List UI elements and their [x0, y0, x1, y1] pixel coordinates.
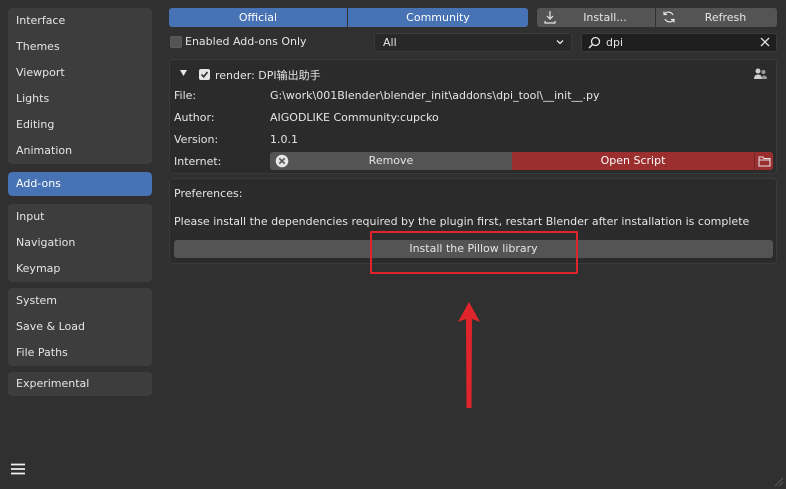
- annotation-arrow-icon: [458, 302, 480, 408]
- sidebar-item-addons[interactable]: Add-ons: [8, 172, 152, 196]
- category-dropdown[interactable]: All: [374, 33, 572, 52]
- annotation-highlight-box: [370, 231, 578, 274]
- support-level-toggle: Official Community: [169, 8, 528, 27]
- sidebar-item-input[interactable]: Input: [8, 204, 152, 230]
- category-value: All: [383, 36, 397, 49]
- official-button[interactable]: Official: [169, 8, 347, 27]
- internet-label: Internet:: [174, 155, 222, 168]
- addon-enabled-checkbox[interactable]: [199, 69, 210, 80]
- preferences-sidebar: Interface Themes Viewport Lights Editing…: [8, 8, 152, 402]
- search-icon: [588, 36, 601, 49]
- version-label: Version:: [174, 133, 219, 146]
- enabled-only-label[interactable]: Enabled Add-ons Only: [185, 35, 307, 48]
- addon-title: render: DPI输出助手: [215, 69, 321, 82]
- resize-grip-icon[interactable]: [770, 477, 784, 487]
- community-button[interactable]: Community: [348, 8, 528, 27]
- open-script-button[interactable]: Open Script: [512, 152, 754, 170]
- file-value: G:\work\001Blender\blender_init\addons\d…: [270, 89, 600, 102]
- refresh-button[interactable]: Refresh: [656, 8, 777, 27]
- sidebar-item-keymap[interactable]: Keymap: [8, 256, 152, 282]
- folder-icon: [758, 156, 771, 167]
- preferences-message: Please install the dependencies required…: [174, 215, 750, 228]
- install-button-label: Install...: [583, 11, 627, 24]
- sidebar-item-lights[interactable]: Lights: [8, 86, 152, 112]
- sidebar-item-file-paths[interactable]: File Paths: [8, 340, 152, 366]
- preferences-title: Preferences:: [174, 187, 243, 200]
- search-value: dpi: [606, 36, 624, 49]
- addon-header[interactable]: render: DPI输出助手: [170, 64, 776, 84]
- menu-hamburger-icon[interactable]: [11, 463, 25, 475]
- remove-x-circle-icon: [275, 154, 289, 168]
- sidebar-item-experimental[interactable]: Experimental: [8, 372, 152, 396]
- clear-search-icon[interactable]: [760, 37, 770, 47]
- addon-author-row: Author: AIGODLIKE Community:cupcko: [174, 109, 772, 127]
- addon-file-row: File: G:\work\001Blender\blender_init\ad…: [174, 87, 772, 105]
- sidebar-group-general: Interface Themes Viewport Lights Editing…: [8, 8, 152, 164]
- expand-triangle-icon[interactable]: [179, 69, 188, 77]
- refresh-button-label: Refresh: [704, 11, 747, 24]
- chevron-down-icon: [556, 40, 564, 45]
- open-script-button-label: Open Script: [600, 154, 666, 167]
- addon-version-row: Version: 1.0.1: [174, 131, 772, 149]
- sidebar-group-experimental: Experimental: [8, 372, 152, 396]
- sidebar-item-navigation[interactable]: Navigation: [8, 230, 152, 256]
- version-value: 1.0.1: [270, 133, 298, 146]
- enabled-only-checkbox[interactable]: [170, 36, 182, 48]
- sidebar-item-viewport[interactable]: Viewport: [8, 60, 152, 86]
- community-users-icon: [754, 68, 767, 79]
- sidebar-item-system[interactable]: System: [8, 288, 152, 314]
- sidebar-item-animation[interactable]: Animation: [8, 138, 152, 164]
- sidebar-item-themes[interactable]: Themes: [8, 34, 152, 60]
- remove-button-label: Remove: [368, 154, 414, 167]
- author-label: Author:: [174, 111, 215, 124]
- addon-panel: render: DPI输出助手 File: G:\work\001Blender…: [169, 59, 777, 174]
- sidebar-item-save-load[interactable]: Save & Load: [8, 314, 152, 340]
- file-label: File:: [174, 89, 197, 102]
- sidebar-group-addons: Add-ons: [8, 172, 152, 196]
- refresh-icon: [663, 11, 675, 23]
- sidebar-item-interface[interactable]: Interface: [8, 8, 152, 34]
- remove-button[interactable]: Remove: [270, 152, 512, 170]
- sidebar-group-input: Input Navigation Keymap: [8, 204, 152, 282]
- sidebar-group-system: System Save & Load File Paths: [8, 288, 152, 366]
- open-folder-button[interactable]: [754, 152, 773, 170]
- checkmark-icon: [200, 71, 209, 79]
- install-button[interactable]: Install...: [537, 8, 655, 27]
- sidebar-item-editing[interactable]: Editing: [8, 112, 152, 138]
- author-value: AIGODLIKE Community:cupcko: [270, 111, 439, 124]
- download-icon: [544, 11, 556, 24]
- search-input[interactable]: dpi: [581, 33, 777, 52]
